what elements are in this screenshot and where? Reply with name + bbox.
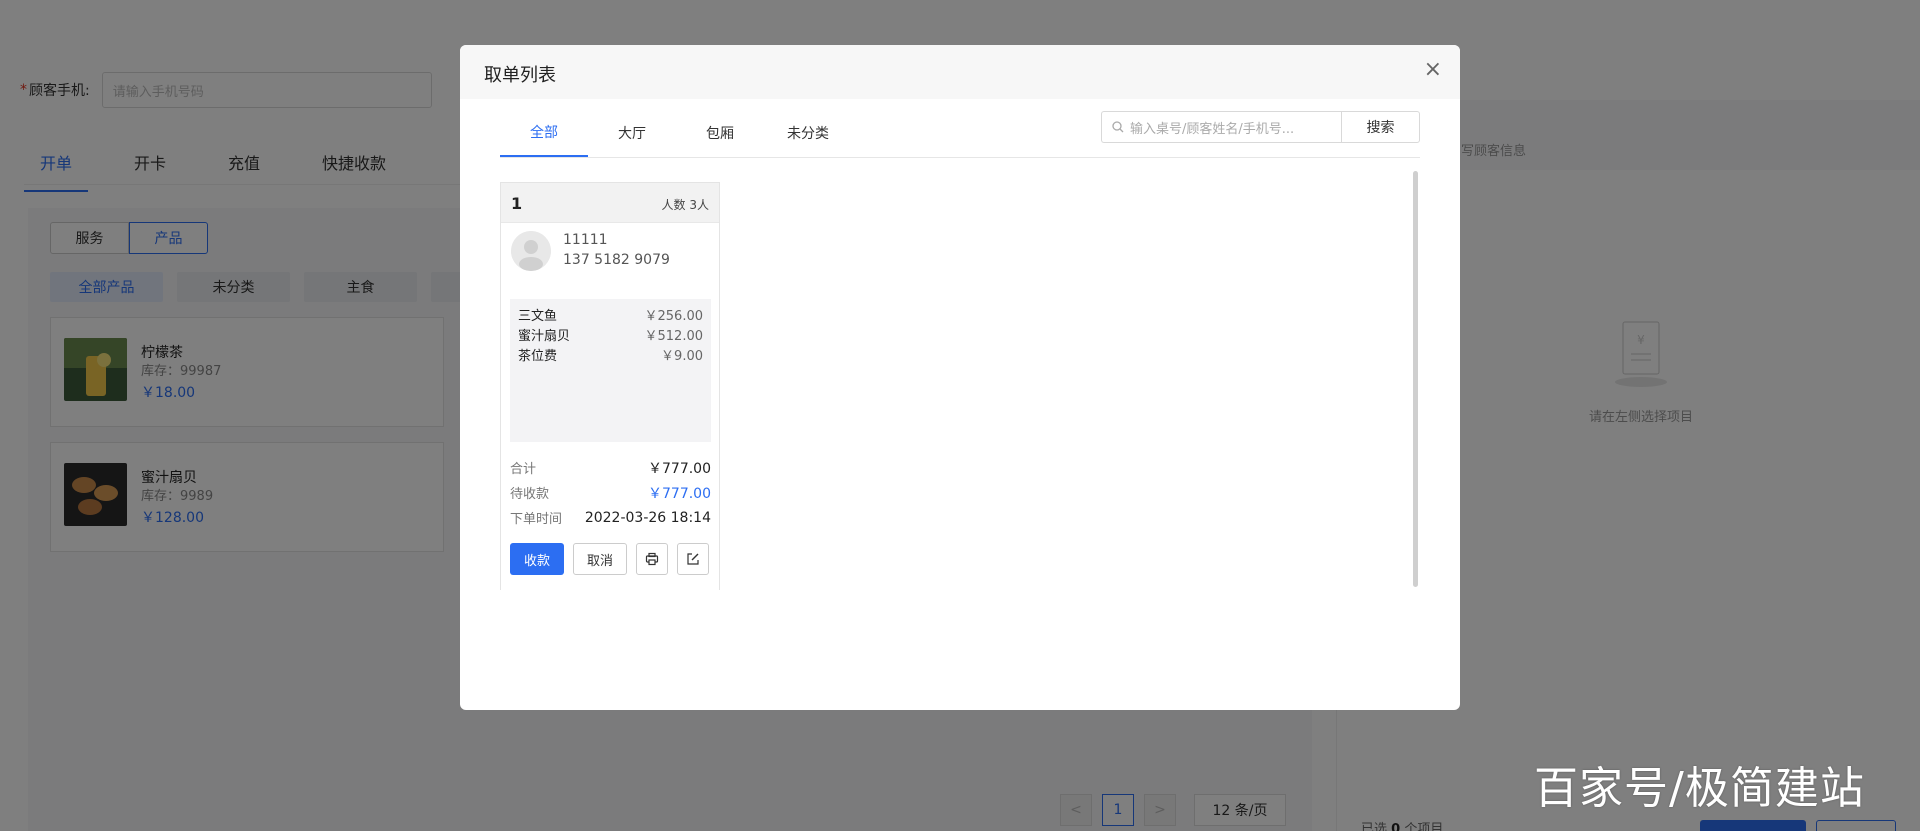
print-icon xyxy=(645,552,659,566)
print-button[interactable] xyxy=(636,543,668,575)
tab-hall[interactable]: 大厅 xyxy=(588,109,676,157)
due-label: 待收款 xyxy=(510,487,550,502)
order-list-scrollbar[interactable] xyxy=(1413,171,1418,587)
customer-name: 11111 xyxy=(563,232,608,248)
time-row: 下单时间 2022-03-26 18:14 xyxy=(510,505,711,530)
item-name: 茶位费 xyxy=(518,349,558,364)
avatar xyxy=(511,231,551,271)
modal-header: 取单列表 × xyxy=(460,45,1460,99)
area-tabs: 全部 大厅 包厢 未分类 xyxy=(500,109,852,157)
customer-phone: 137 5182 9079 xyxy=(563,252,670,268)
total-row: 合计 ￥777.00 xyxy=(510,455,711,480)
order-list-modal: 取单列表 × 全部 大厅 包厢 未分类 输入桌号/顾客姓名/手机号... 搜索 … xyxy=(460,45,1460,710)
item-price: ￥9.00 xyxy=(661,349,703,364)
order-search: 输入桌号/顾客姓名/手机号... 搜索 xyxy=(1101,111,1420,143)
search-button[interactable]: 搜索 xyxy=(1341,111,1420,143)
cancel-button[interactable]: 取消 xyxy=(573,543,627,575)
due-value: ￥777.00 xyxy=(648,485,711,502)
list-item: 三文鱼 ￥256.00 xyxy=(518,307,703,327)
tab-uncategorized[interactable]: 未分类 xyxy=(764,109,852,157)
table-number: 1 xyxy=(511,194,523,213)
total-label: 合计 xyxy=(510,462,537,477)
tabs-divider xyxy=(500,157,1420,158)
list-item: 蜜汁扇贝 ￥512.00 xyxy=(518,327,703,347)
order-time: 2022-03-26 18:14 xyxy=(584,509,711,526)
search-input[interactable]: 输入桌号/顾客姓名/手机号... xyxy=(1101,111,1341,143)
tab-private-room[interactable]: 包厢 xyxy=(676,109,764,157)
edit-icon xyxy=(687,553,699,565)
order-summary: 合计 ￥777.00 待收款 ￥777.00 下单时间 2022-03-26 1… xyxy=(510,455,711,530)
search-icon xyxy=(1112,121,1124,133)
watermark: 百家号/极简建站 xyxy=(1534,763,1865,814)
user-icon xyxy=(511,231,551,271)
close-icon[interactable]: × xyxy=(1424,59,1442,81)
item-name: 蜜汁扇贝 xyxy=(518,329,571,344)
pay-button[interactable]: 收款 xyxy=(510,543,564,575)
tab-all[interactable]: 全部 xyxy=(500,109,588,157)
modal-title: 取单列表 xyxy=(484,65,556,86)
time-label: 下单时间 xyxy=(510,512,563,527)
search-placeholder: 输入桌号/顾客姓名/手机号... xyxy=(1130,121,1295,137)
due-row: 待收款 ￥777.00 xyxy=(510,480,711,505)
total-value: ￥777.00 xyxy=(648,460,711,477)
order-card[interactable]: 1 人数 3人 11111 137 5182 9079 三文鱼 ￥256.00 … xyxy=(500,182,720,590)
people-count: 人数 3人 xyxy=(661,198,709,212)
edit-button[interactable] xyxy=(677,543,709,575)
list-item: 茶位费 ￥9.00 xyxy=(518,347,703,367)
order-card-header: 1 人数 3人 xyxy=(501,183,719,223)
item-price: ￥256.00 xyxy=(644,309,704,324)
item-name: 三文鱼 xyxy=(518,309,558,324)
order-items: 三文鱼 ￥256.00 蜜汁扇贝 ￥512.00 茶位费 ￥9.00 xyxy=(510,299,711,442)
item-price: ￥512.00 xyxy=(644,329,704,344)
order-actions: 收款 取消 xyxy=(510,543,718,575)
